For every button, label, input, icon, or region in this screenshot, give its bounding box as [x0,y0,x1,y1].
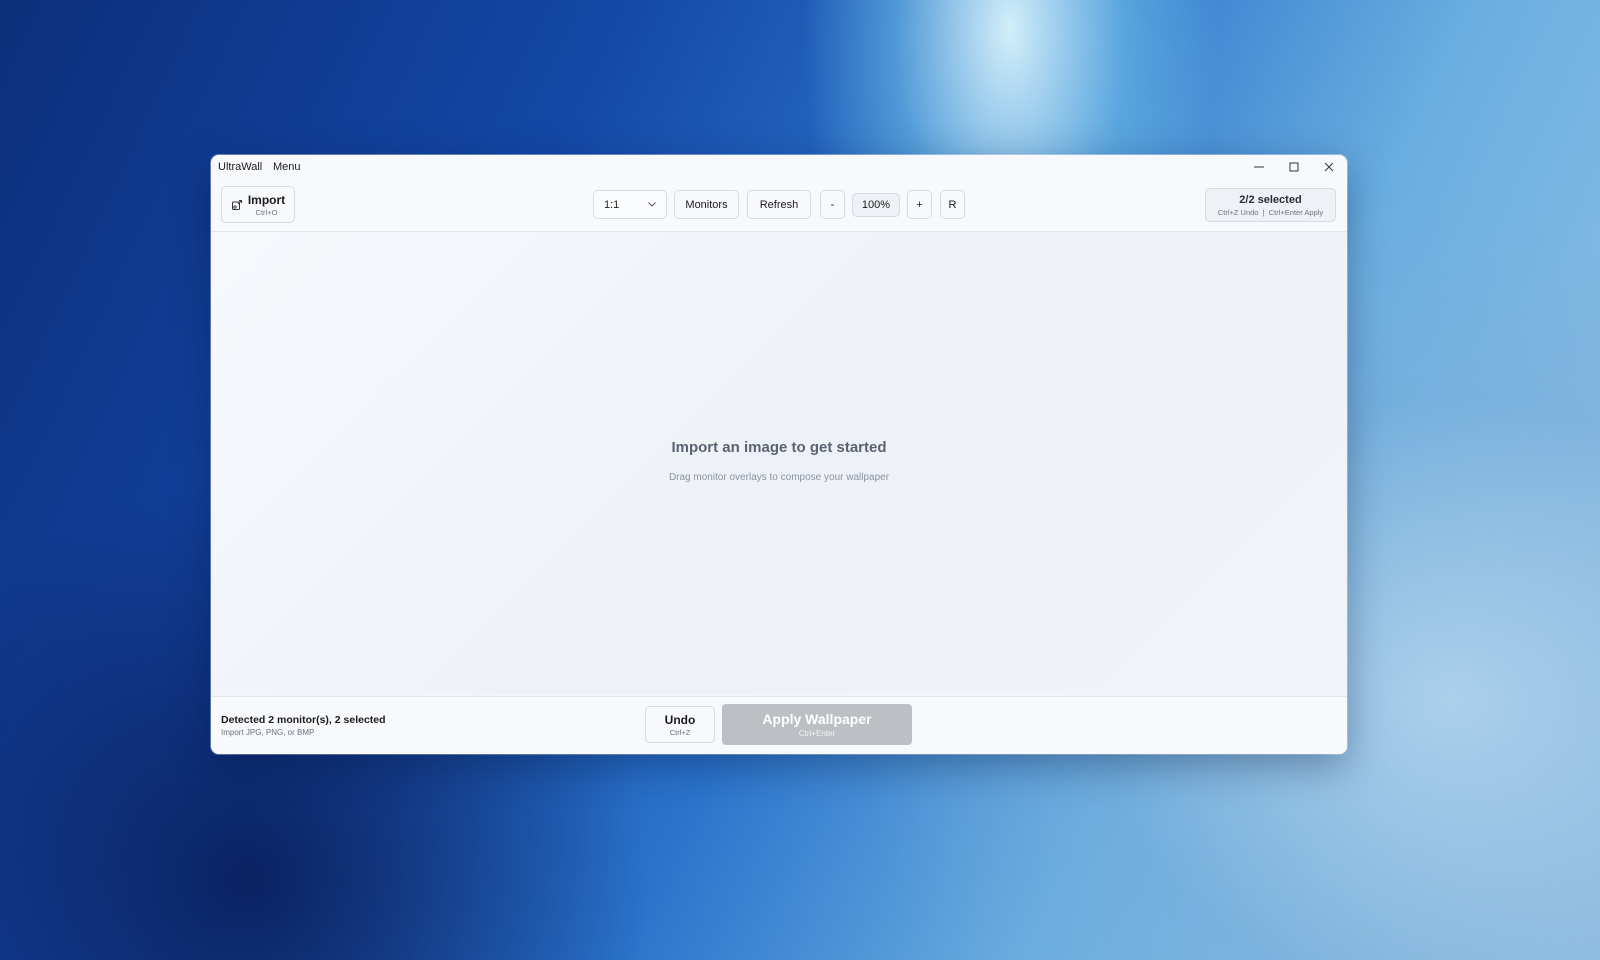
app-window: UltraWall Menu Import Ctrl+O 1:1 Monitor… [211,155,1347,754]
zoom-in-button[interactable]: + [907,190,932,219]
monitor-status: Detected 2 monitor(s), 2 selected [221,714,386,726]
apply-shortcut: Ctrl+Enter [798,729,836,738]
selection-count: 2/2 selected [1239,193,1302,206]
import-label: Import [247,192,286,207]
zoom-in-label: + [916,198,923,211]
maximize-button[interactable] [1276,155,1311,179]
wallpaper-canvas[interactable]: Import an image to get started Drag moni… [211,232,1347,695]
close-button[interactable] [1311,155,1346,179]
menu-button[interactable]: Menu [273,161,301,173]
zoom-out-label: - [830,198,835,211]
undo-button[interactable]: Undo Ctrl+Z [645,706,715,743]
reset-zoom-button[interactable]: R [940,190,965,219]
refresh-button[interactable]: Refresh [747,190,811,219]
undo-label: Undo [664,712,696,727]
shortcut-hint: Ctrl+Z Undo | Ctrl+Enter Apply [1217,207,1324,217]
import-shortcut: Ctrl+O [255,207,278,217]
apply-label: Apply Wallpaper [762,711,872,727]
aspect-ratio-value: 1:1 [604,198,620,211]
empty-state-subtitle: Drag monitor overlays to compose your wa… [668,472,890,483]
reset-label: R [948,198,957,211]
image-import-icon [231,199,242,210]
zoom-level: 100% [852,193,900,217]
undo-shortcut: Ctrl+Z [669,727,691,737]
app-title: UltraWall [218,161,263,173]
aspect-ratio-select[interactable]: 1:1 [593,190,667,219]
supported-formats: Import JPG, PNG, or BMP [221,728,315,737]
chevron-down-icon [648,202,656,207]
toolbar: Import Ctrl+O 1:1 Monitors Refresh - 100… [211,179,1347,232]
import-button[interactable]: Import Ctrl+O [221,186,295,223]
title-bar[interactable]: UltraWall Menu [211,155,1347,179]
zoom-out-button[interactable]: - [820,190,845,219]
selection-status[interactable]: 2/2 selected Ctrl+Z Undo | Ctrl+Enter Ap… [1205,188,1336,222]
status-bar: Detected 2 monitor(s), 2 selected Import… [211,696,1347,754]
apply-wallpaper-button[interactable]: Apply Wallpaper Ctrl+Enter [722,704,912,745]
monitors-label: Monitors [685,198,728,211]
empty-state-title: Import an image to get started [671,439,887,456]
maximize-icon [1289,162,1298,172]
monitors-button[interactable]: Monitors [674,190,739,219]
refresh-label: Refresh [759,198,799,211]
close-icon [1324,162,1333,172]
minimize-icon [1253,166,1264,168]
minimize-button[interactable] [1241,155,1276,179]
